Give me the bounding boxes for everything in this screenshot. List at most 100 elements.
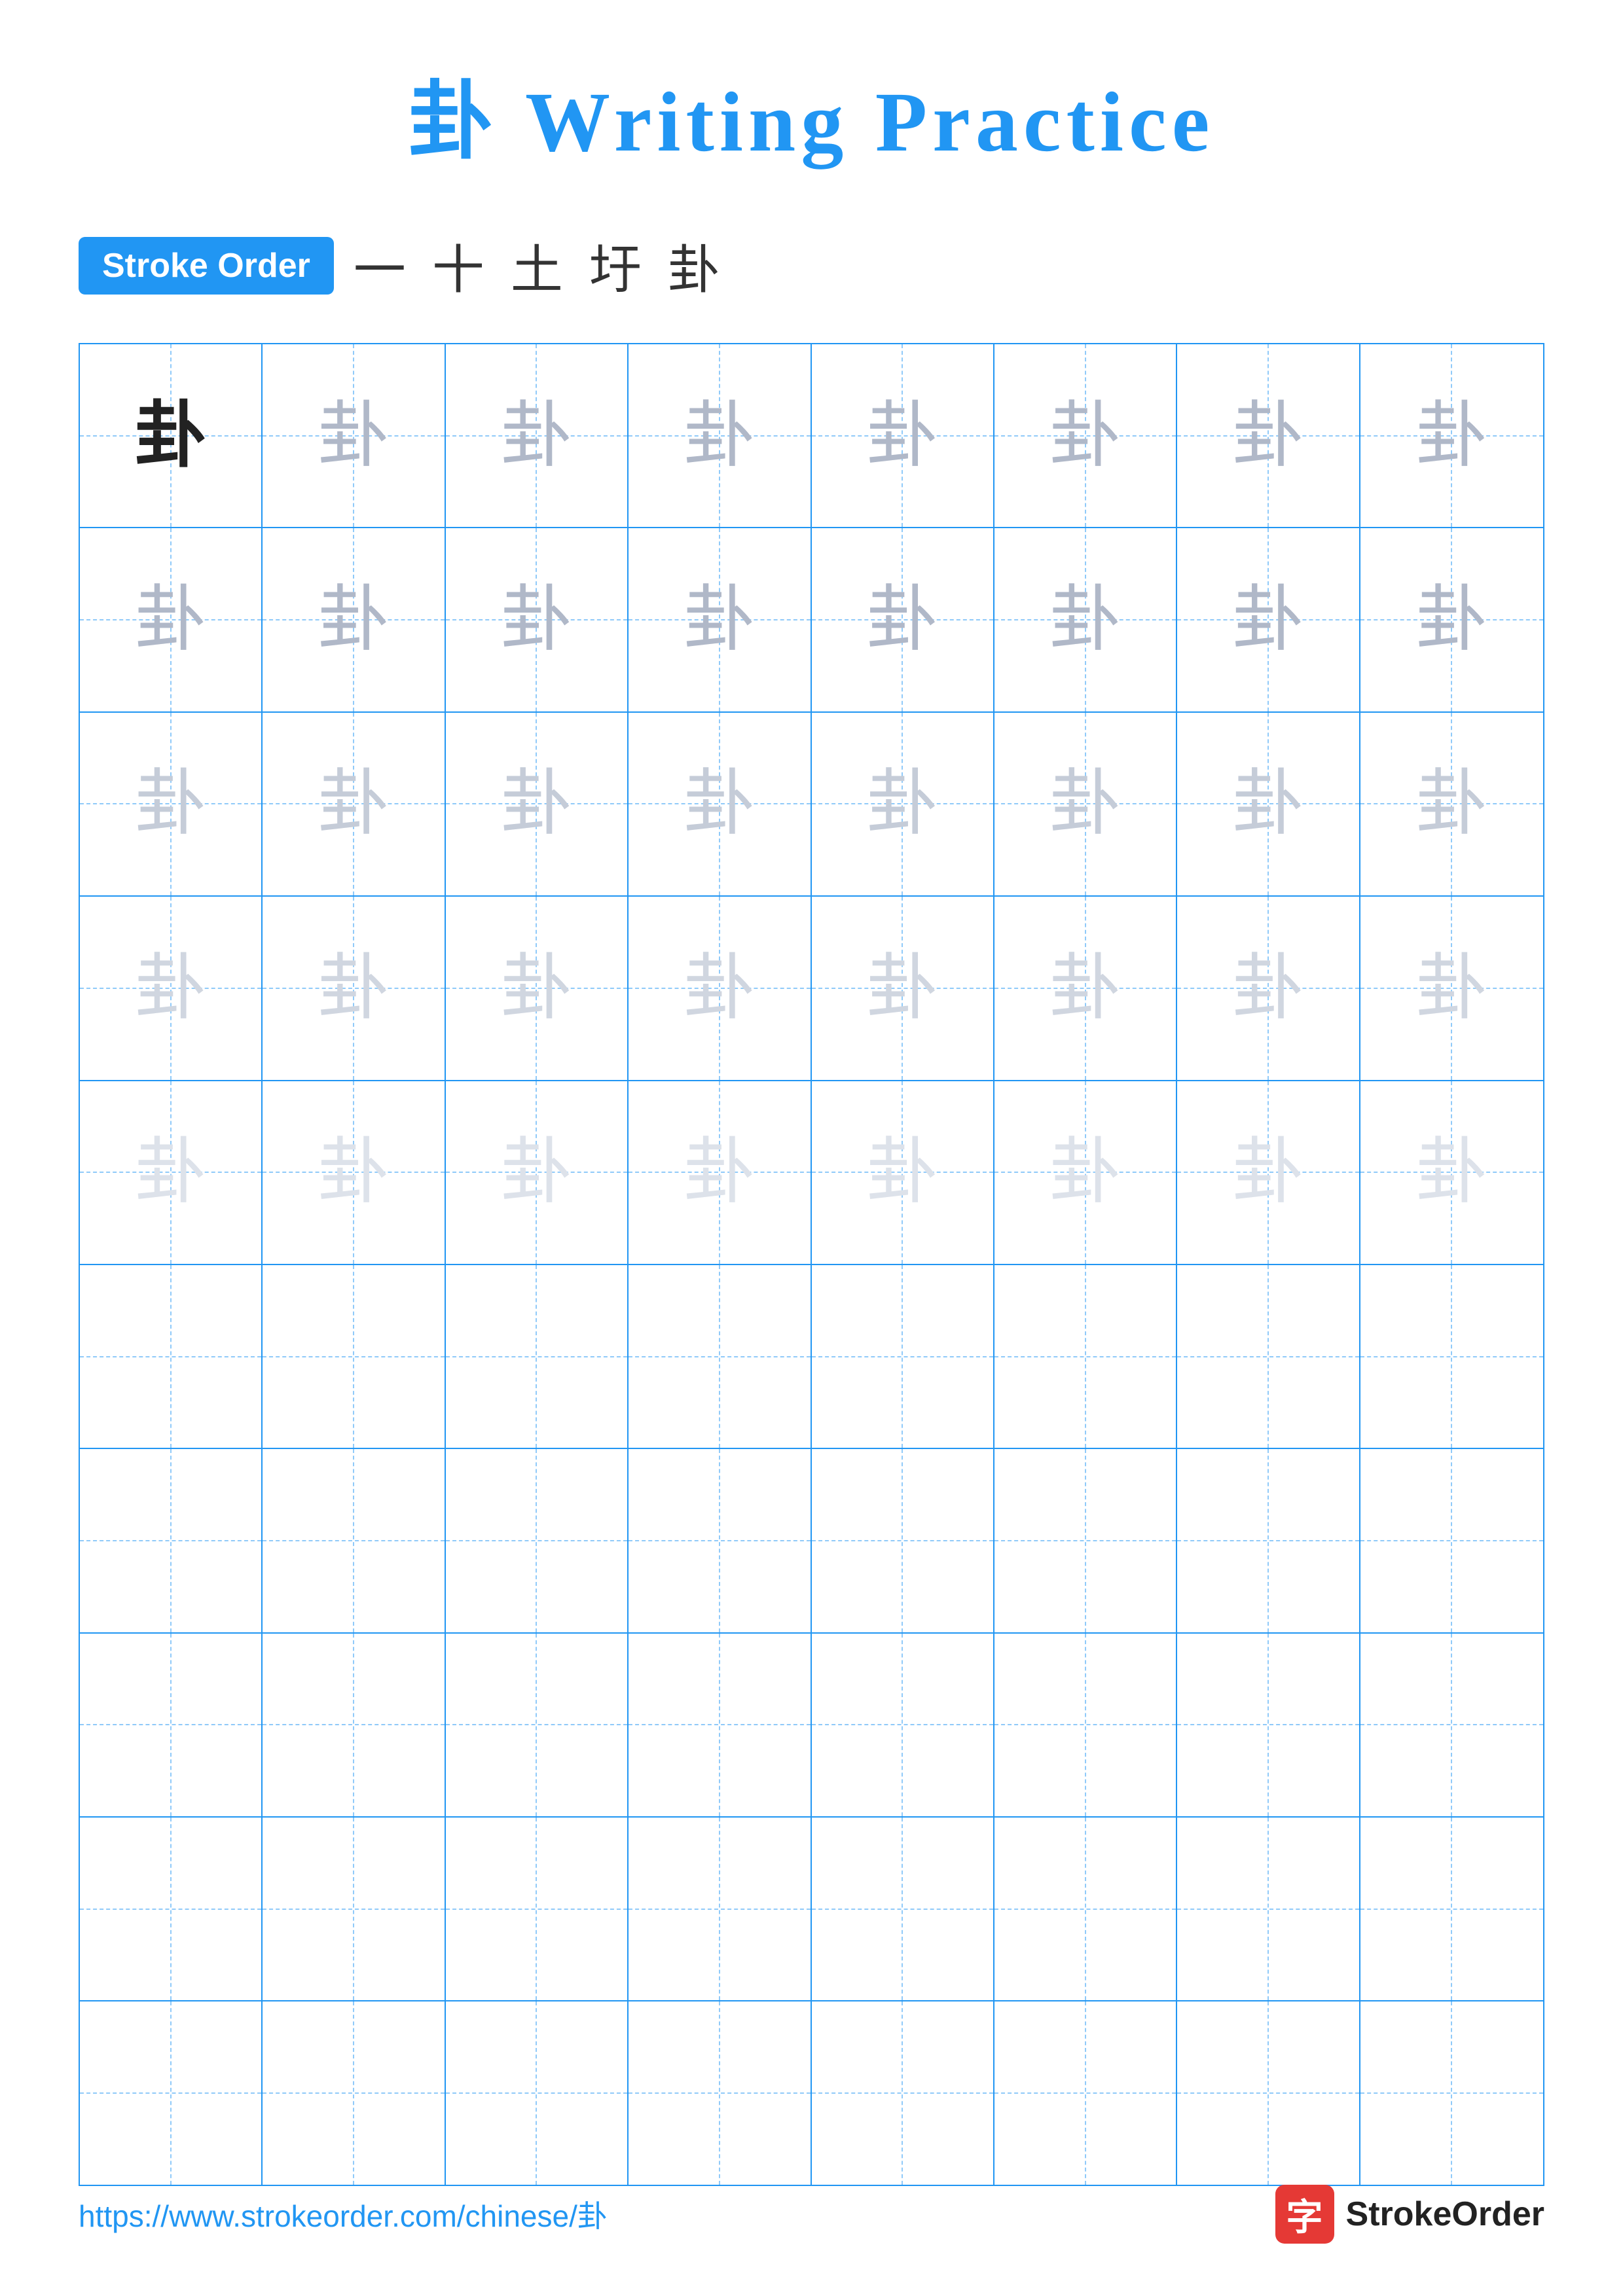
grid-cell[interactable]: [80, 2001, 263, 2184]
grid-cell[interactable]: 卦: [1177, 713, 1360, 895]
grid-cell[interactable]: [1177, 1449, 1360, 1632]
grid-cell[interactable]: 卦: [812, 1081, 994, 1264]
grid-cell[interactable]: [812, 1265, 994, 1448]
grid-cell[interactable]: 卦: [812, 897, 994, 1079]
grid-cell[interactable]: [263, 1449, 445, 1632]
grid-cell[interactable]: 卦: [629, 897, 811, 1079]
char-display: 卦: [1415, 952, 1487, 1024]
grid-cell[interactable]: [1177, 1634, 1360, 1816]
grid-cell[interactable]: [994, 2001, 1177, 2184]
grid-cell[interactable]: 卦: [629, 713, 811, 895]
grid-cell[interactable]: [1360, 2001, 1543, 2184]
grid-cell[interactable]: 卦: [80, 713, 263, 895]
grid-cell[interactable]: [1177, 2001, 1360, 2184]
grid-cell[interactable]: [80, 1265, 263, 1448]
grid-cell[interactable]: 卦: [994, 713, 1177, 895]
grid-cell[interactable]: 卦: [994, 344, 1177, 527]
grid-cell[interactable]: [446, 1265, 629, 1448]
grid-cell[interactable]: [1360, 1449, 1543, 1632]
grid-cell[interactable]: 卦: [263, 897, 445, 1079]
grid-cell[interactable]: 卦: [263, 344, 445, 527]
grid-cell[interactable]: 卦: [446, 344, 629, 527]
char-display: 卦: [1232, 768, 1304, 840]
char-display: 卦: [318, 1136, 390, 1208]
grid-cell[interactable]: [812, 1449, 994, 1632]
footer-logo: 字: [1275, 2185, 1334, 2244]
grid-cell[interactable]: 卦: [80, 344, 263, 527]
grid-cell[interactable]: 卦: [263, 713, 445, 895]
grid-cell[interactable]: [994, 1265, 1177, 1448]
char-display: 卦: [1049, 768, 1122, 840]
grid-cell[interactable]: 卦: [994, 897, 1177, 1079]
grid-cell[interactable]: 卦: [629, 344, 811, 527]
grid-cell[interactable]: 卦: [1177, 344, 1360, 527]
stroke-step-2: 十: [432, 228, 484, 304]
grid-cell[interactable]: [994, 1449, 1177, 1632]
char-display: 卦: [866, 1136, 938, 1208]
grid-cell[interactable]: [812, 2001, 994, 2184]
grid-cell[interactable]: 卦: [80, 897, 263, 1079]
grid-cell[interactable]: [446, 2001, 629, 2184]
grid-cell[interactable]: 卦: [263, 528, 445, 711]
grid-cell[interactable]: 卦: [629, 1081, 811, 1264]
grid-cell[interactable]: [812, 1634, 994, 1816]
grid-cell[interactable]: 卦: [446, 1081, 629, 1264]
grid-row-7: [80, 1449, 1543, 1633]
grid-cell[interactable]: 卦: [1177, 528, 1360, 711]
grid-cell[interactable]: [629, 2001, 811, 2184]
grid-cell[interactable]: 卦: [812, 344, 994, 527]
char-display: 卦: [684, 952, 756, 1024]
grid-cell[interactable]: 卦: [1360, 1081, 1543, 1264]
grid-cell[interactable]: [1360, 1634, 1543, 1816]
grid-cell[interactable]: [1360, 1265, 1543, 1448]
grid-cell[interactable]: [629, 1265, 811, 1448]
char-display: 卦: [500, 584, 572, 656]
grid-cell[interactable]: [1177, 1265, 1360, 1448]
footer-brand-name: StrokeOrder: [1346, 2195, 1544, 2234]
grid-cell[interactable]: 卦: [812, 528, 994, 711]
grid-cell[interactable]: 卦: [446, 897, 629, 1079]
grid-cell[interactable]: [812, 1818, 994, 2000]
grid-cell[interactable]: 卦: [1360, 528, 1543, 711]
grid-cell[interactable]: [446, 1449, 629, 1632]
char-display: 卦: [135, 768, 207, 840]
char-display: 卦: [1415, 584, 1487, 656]
grid-cell[interactable]: 卦: [1360, 713, 1543, 895]
char-display: 卦: [500, 1136, 572, 1208]
grid-cell[interactable]: 卦: [812, 713, 994, 895]
grid-cell[interactable]: 卦: [446, 713, 629, 895]
grid-cell[interactable]: 卦: [629, 528, 811, 711]
grid-cell[interactable]: 卦: [80, 1081, 263, 1264]
grid-cell[interactable]: [629, 1449, 811, 1632]
grid-cell[interactable]: 卦: [994, 1081, 1177, 1264]
grid-cell[interactable]: [1177, 1818, 1360, 2000]
grid-cell[interactable]: [629, 1634, 811, 1816]
grid-cell[interactable]: [629, 1818, 811, 2000]
grid-cell[interactable]: 卦: [80, 528, 263, 711]
grid-cell[interactable]: [263, 2001, 445, 2184]
grid-cell[interactable]: [80, 1818, 263, 2000]
grid-cell[interactable]: [263, 1634, 445, 1816]
char-display: 卦: [1232, 952, 1304, 1024]
grid-cell[interactable]: 卦: [1177, 897, 1360, 1079]
grid-cell[interactable]: 卦: [1360, 897, 1543, 1079]
grid-cell[interactable]: [1360, 1818, 1543, 2000]
grid-cell[interactable]: 卦: [994, 528, 1177, 711]
char-display: 卦: [318, 768, 390, 840]
char-display: 卦: [866, 400, 938, 472]
char-display: 卦: [135, 584, 207, 656]
grid-cell[interactable]: 卦: [1177, 1081, 1360, 1264]
grid-cell[interactable]: [80, 1449, 263, 1632]
grid-cell[interactable]: [994, 1634, 1177, 1816]
title-text: Writing Practice: [525, 75, 1214, 170]
grid-cell[interactable]: [994, 1818, 1177, 2000]
grid-cell[interactable]: 卦: [1360, 344, 1543, 527]
grid-cell[interactable]: [80, 1634, 263, 1816]
grid-cell[interactable]: 卦: [263, 1081, 445, 1264]
grid-cell[interactable]: [446, 1818, 629, 2000]
grid-cell[interactable]: [263, 1265, 445, 1448]
grid-cell[interactable]: [446, 1634, 629, 1816]
grid-cell[interactable]: 卦: [446, 528, 629, 711]
footer-url[interactable]: https://www.strokeorder.com/chinese/卦: [79, 2193, 608, 2236]
grid-cell[interactable]: [263, 1818, 445, 2000]
